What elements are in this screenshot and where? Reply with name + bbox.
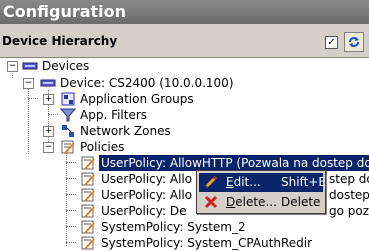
- filter-icon: [60, 108, 76, 122]
- panel-title: Device Hierarchy: [2, 34, 118, 48]
- hierarchy-checkbox[interactable]: ✓: [325, 36, 338, 49]
- policy-icon: [81, 204, 95, 218]
- expand-toggle[interactable]: +: [43, 126, 54, 137]
- hierarchy-toolbar: Device Hierarchy ✓: [0, 24, 369, 58]
- application-groups-icon: [61, 92, 75, 106]
- delete-label: Delete...: [226, 195, 277, 209]
- collapse-toggle[interactable]: −: [7, 61, 18, 72]
- edit-label: Edit...: [226, 175, 261, 189]
- network-zones-icon: [62, 125, 74, 137]
- expand-toggle[interactable]: +: [43, 94, 54, 105]
- policy-icon: [81, 172, 95, 186]
- delete-x-icon: [204, 195, 218, 209]
- policies-icon: [61, 140, 75, 154]
- collapse-toggle[interactable]: −: [23, 78, 34, 89]
- window-title: Configuration: [0, 0, 369, 24]
- devices-icon: [22, 62, 38, 70]
- context-menu: Edit... Shift+E Delete... Delete: [196, 170, 326, 214]
- device-tree: − Devices − Device: CS2400 (10.0.0.100) …: [0, 58, 369, 251]
- policy-icon: [81, 156, 95, 170]
- menu-item-delete[interactable]: Delete... Delete: [199, 193, 323, 212]
- policy-icon: [81, 188, 95, 202]
- refresh-button[interactable]: [344, 32, 364, 52]
- menu-item-edit[interactable]: Edit... Shift+E: [199, 173, 326, 192]
- policy-icon: [81, 236, 95, 250]
- delete-shortcut: Delete: [281, 195, 321, 209]
- collapse-toggle[interactable]: −: [43, 142, 54, 153]
- device-icon: [40, 79, 56, 87]
- pencil-icon: [204, 175, 218, 189]
- edit-shortcut: Shift+E: [281, 175, 326, 189]
- refresh-icon: [349, 37, 359, 47]
- policy-icon: [81, 220, 95, 234]
